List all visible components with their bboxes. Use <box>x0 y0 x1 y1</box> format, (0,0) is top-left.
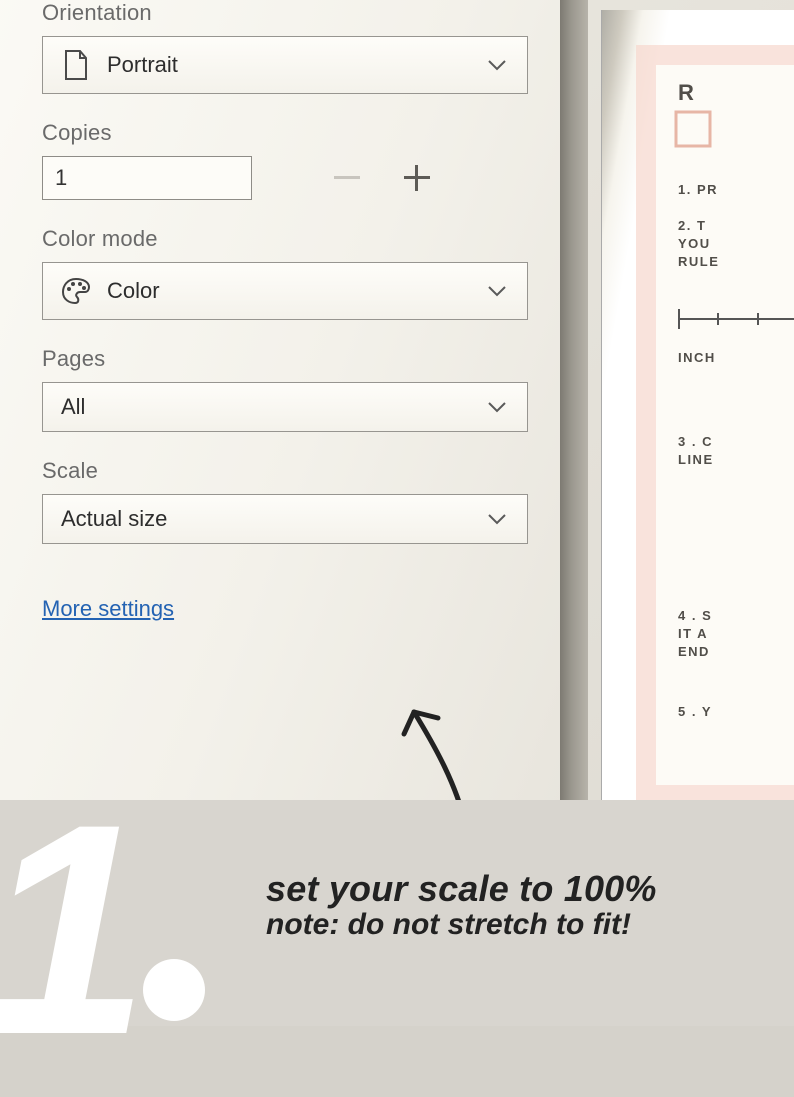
copies-label: Copies <box>42 120 528 146</box>
print-preview-pane: R 1. PR 2. T YOU RULE INCH 3 . C LINE 4 … <box>601 10 794 830</box>
preview-text: LINE <box>678 452 714 467</box>
more-settings-link[interactable]: More settings <box>42 596 174 621</box>
annotation-text: set your scale to 100% note: do not stre… <box>266 868 657 942</box>
preview-heading: R <box>678 80 696 106</box>
scale-select[interactable]: Actual size <box>42 494 528 544</box>
panel-right-shadow <box>560 0 588 820</box>
preview-text: IT A <box>678 626 708 641</box>
preview-ruler-icon <box>678 306 794 336</box>
preview-text: RULE <box>678 254 719 269</box>
preview-text: 5 . Y <box>678 704 712 719</box>
preview-text: 4 . S <box>678 608 712 623</box>
screenshot-frame: Orientation Portrait Copies <box>0 0 794 1026</box>
palette-icon <box>59 277 93 305</box>
preview-text: 3 . C <box>678 434 713 449</box>
preview-text: 2. T <box>678 218 706 233</box>
orientation-label: Orientation <box>42 0 528 26</box>
orientation-value: Portrait <box>107 52 178 78</box>
scale-value: Actual size <box>61 506 167 532</box>
chevron-down-icon <box>487 285 507 297</box>
color-mode-value: Color <box>107 278 160 304</box>
print-settings-panel: Orientation Portrait Copies <box>0 0 560 820</box>
color-mode-label: Color mode <box>42 226 528 252</box>
preview-box-icon <box>674 110 714 150</box>
step-number-dot <box>143 959 205 1021</box>
copies-row <box>42 156 528 200</box>
annotation-band: 1 set your scale to 100% note: do not st… <box>0 800 794 1026</box>
copies-input[interactable] <box>42 156 252 200</box>
color-mode-select[interactable]: Color <box>42 262 528 320</box>
preview-text: 1. PR <box>678 182 718 197</box>
copies-increment-button[interactable] <box>382 156 452 200</box>
pages-label: Pages <box>42 346 528 372</box>
step-number: 1 <box>0 818 205 1040</box>
pages-value: All <box>61 394 85 420</box>
scale-label: Scale <box>42 458 528 484</box>
chevron-down-icon <box>487 401 507 413</box>
copies-decrement-button[interactable] <box>312 156 382 200</box>
portrait-page-icon <box>59 50 93 80</box>
preview-text: INCH <box>678 350 716 365</box>
preview-sheet <box>656 65 794 785</box>
chevron-down-icon <box>487 513 507 525</box>
preview-text: YOU <box>678 236 711 251</box>
orientation-select[interactable]: Portrait <box>42 36 528 94</box>
annotation-line1: set your scale to 100% <box>266 868 657 910</box>
pages-select[interactable]: All <box>42 382 528 432</box>
annotation-line2: note: do not stretch to fit! <box>266 908 657 942</box>
preview-text: END <box>678 644 710 659</box>
chevron-down-icon <box>487 59 507 71</box>
